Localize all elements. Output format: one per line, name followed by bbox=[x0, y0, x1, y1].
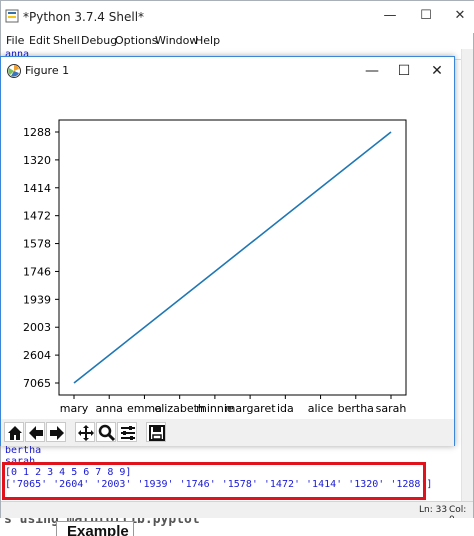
x-tick-label: bertha bbox=[338, 402, 374, 415]
status-line: Ln: 33 bbox=[419, 505, 448, 515]
menu-help[interactable]: Help bbox=[195, 34, 220, 47]
y-tick-label: 1414 bbox=[23, 182, 51, 195]
menu-debug[interactable]: Debug bbox=[81, 34, 117, 47]
menubar: File Edit Shell Debug Options Window Hel… bbox=[1, 33, 474, 49]
y-tick-label: 1939 bbox=[23, 293, 51, 306]
figure-toolbar bbox=[1, 419, 454, 446]
menu-window[interactable]: Window bbox=[155, 34, 198, 47]
close-icon[interactable]: ✕ bbox=[451, 9, 469, 23]
menu-options[interactable]: Options bbox=[115, 34, 157, 47]
series-line bbox=[73, 131, 392, 384]
x-tick-label: margaret bbox=[225, 402, 277, 415]
figure-window: Figure 1 — ☐ ✕ 7065 2604 2003 1939 1746 1578 1… bbox=[0, 56, 455, 446]
highlight-box bbox=[2, 462, 426, 500]
back-icon[interactable] bbox=[25, 422, 45, 442]
pan-icon[interactable] bbox=[75, 422, 95, 442]
shell-window-title: *Python 3.7.4 Shell* bbox=[23, 10, 145, 24]
configure-icon[interactable] bbox=[117, 422, 137, 442]
y-tick-label: 1472 bbox=[23, 210, 51, 223]
console-line: bertha bbox=[5, 445, 42, 456]
x-tick-label: sarah bbox=[376, 402, 407, 415]
x-tick-label: alice bbox=[308, 402, 334, 415]
menu-shell[interactable]: Shell bbox=[53, 34, 80, 47]
maximize-icon[interactable]: ☐ bbox=[394, 63, 414, 79]
figure-title: Figure 1 bbox=[25, 64, 70, 77]
matplotlib-icon bbox=[7, 64, 21, 78]
menu-file[interactable]: File bbox=[6, 34, 24, 47]
menu-edit[interactable]: Edit bbox=[29, 34, 50, 47]
y-tick-label: 1320 bbox=[23, 154, 51, 167]
x-tick-label: anna bbox=[96, 402, 123, 415]
zoom-icon[interactable] bbox=[96, 422, 116, 442]
shell-titlebar[interactable]: *Python 3.7.4 Shell* — ☐ ✕ bbox=[1, 1, 474, 33]
y-tick-label: 1746 bbox=[23, 265, 51, 278]
close-icon[interactable]: ✕ bbox=[427, 63, 447, 79]
maximize-icon[interactable]: ☐ bbox=[417, 9, 435, 23]
home-icon[interactable] bbox=[4, 422, 24, 442]
minimize-icon[interactable]: — bbox=[362, 63, 382, 79]
example-tab-label: Example bbox=[67, 523, 129, 536]
y-tick-label: 1578 bbox=[23, 238, 51, 251]
vertical-scrollbar[interactable] bbox=[461, 49, 473, 503]
forward-icon[interactable] bbox=[46, 422, 66, 442]
figure-titlebar[interactable]: Figure 1 — ☐ ✕ bbox=[1, 57, 454, 85]
example-tab[interactable]: Example bbox=[56, 521, 134, 536]
x-tick-label: mary bbox=[60, 402, 89, 415]
statusbar: Ln: 33 Col: 0 bbox=[1, 501, 473, 525]
y-tick-label: 7065 bbox=[23, 377, 51, 390]
save-icon[interactable] bbox=[146, 422, 166, 442]
x-tick-label: ida bbox=[277, 402, 294, 415]
minimize-icon[interactable]: — bbox=[381, 9, 399, 23]
y-tick-label: 1288 bbox=[23, 126, 51, 139]
y-tick-label: 2604 bbox=[23, 349, 51, 362]
background-document: s using matplotlib.pyplot Example bbox=[0, 518, 474, 536]
line-chart: 7065 2604 2003 1939 1746 1578 1472 1414 1320 1288… bbox=[23, 119, 407, 415]
python-app-icon bbox=[5, 9, 19, 23]
y-tick-label: 2003 bbox=[23, 321, 51, 334]
